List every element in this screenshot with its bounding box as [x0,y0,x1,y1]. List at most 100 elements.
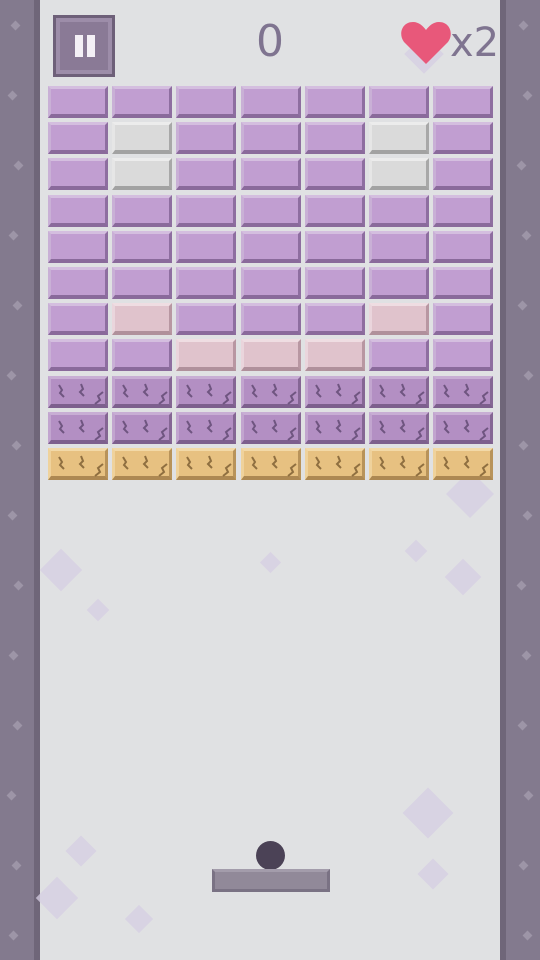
purple-brick [241,158,301,190]
wall-stud [518,20,529,31]
purple-brick [48,158,108,190]
purple-brick [433,267,493,299]
gold-brick [433,448,493,480]
purple-brick [305,231,365,263]
purple-brick [433,122,493,154]
purple-brick [241,231,301,263]
purple-brick [48,267,108,299]
purple-brick [305,303,365,335]
purple-brick [112,339,172,371]
purple-brick [48,122,108,154]
purple-brick [176,303,236,335]
wall-stud [8,930,19,941]
cracked-brick [369,376,429,408]
purple-brick [241,267,301,299]
gold-brick [48,448,108,480]
wall-stud [13,160,24,171]
purple-brick [305,158,365,190]
background-diamond [35,876,79,920]
purple-brick [176,122,236,154]
purple-brick [369,195,429,227]
gray-brick [112,158,172,190]
purple-brick [433,231,493,263]
purple-brick [112,195,172,227]
wall-stud [517,300,528,311]
purple-brick [305,86,365,118]
purple-brick [48,303,108,335]
purple-brick [48,231,108,263]
purple-brick [433,195,493,227]
wall-stud [8,650,19,661]
wall-stud [517,720,528,731]
pause-icon [87,35,95,57]
wall-stud [522,930,533,941]
purple-brick [305,195,365,227]
background-diamond [65,835,97,867]
wall-stud [522,90,533,101]
cracked-brick [48,412,108,444]
cracked-brick [241,376,301,408]
purple-brick [369,231,429,263]
wall-stud [11,440,22,451]
gold-brick [241,448,301,480]
background-diamond [86,598,110,622]
purple-brick [112,231,172,263]
background-diamond [417,858,449,890]
cracked-brick [433,376,493,408]
wall-stud [516,160,527,171]
purple-brick [369,339,429,371]
pink-brick [305,339,365,371]
purple-brick [176,231,236,263]
wall-stud [516,580,527,591]
wall-stud [6,370,17,381]
purple-brick [112,86,172,118]
score-display: 0 [256,16,284,67]
purple-brick [48,195,108,227]
purple-brick [176,195,236,227]
wall-stud [523,370,534,381]
paddle[interactable] [212,869,330,892]
cracked-brick [48,376,108,408]
cracked-brick [176,376,236,408]
purple-brick [305,122,365,154]
wall-stud [12,300,23,311]
background-diamond [39,548,83,592]
purple-brick [176,158,236,190]
game-stage[interactable]: 0 x2 [0,0,540,960]
ball [256,841,285,870]
purple-brick [176,267,236,299]
wall-stud [523,790,534,801]
cracked-brick [176,412,236,444]
pink-brick [176,339,236,371]
wall-stud [518,860,529,871]
gray-brick [112,122,172,154]
gray-brick [369,122,429,154]
background-diamond [404,539,428,563]
cracked-brick [305,412,365,444]
cracked-brick [112,376,172,408]
wall-stud [12,720,23,731]
purple-brick [241,86,301,118]
wall-stud [6,790,17,801]
purple-brick [433,303,493,335]
wall-stud [521,650,532,661]
cracked-brick [433,412,493,444]
purple-brick [176,86,236,118]
gold-brick [305,448,365,480]
background-diamond [444,558,482,596]
purple-brick [369,267,429,299]
cracked-brick [112,412,172,444]
gray-brick [369,158,429,190]
gold-brick [369,448,429,480]
pause-button[interactable] [53,15,115,77]
purple-brick [433,339,493,371]
wall-stud [521,230,532,241]
purple-brick [369,86,429,118]
background-diamond [402,787,454,839]
purple-brick [305,267,365,299]
purple-brick [433,158,493,190]
wall-stud [518,440,529,451]
cracked-brick [241,412,301,444]
purple-brick [241,195,301,227]
wall-stud [522,510,533,521]
